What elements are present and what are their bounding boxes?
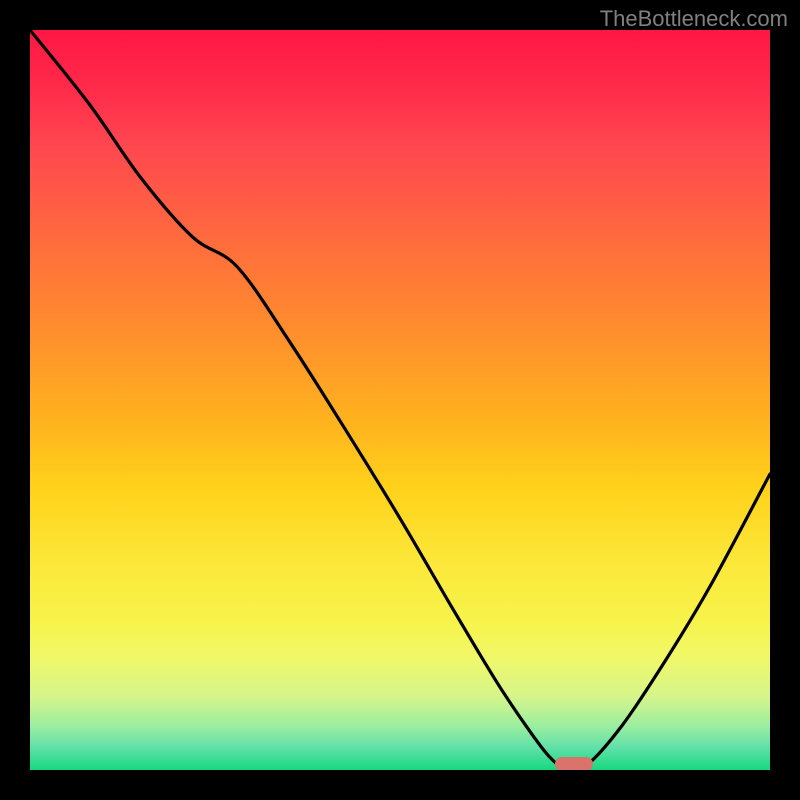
curve-path [30, 30, 770, 770]
optimal-marker [555, 757, 593, 770]
watermark-text: TheBottleneck.com [600, 6, 788, 32]
bottleneck-curve [30, 30, 770, 770]
plot-area [30, 30, 770, 770]
